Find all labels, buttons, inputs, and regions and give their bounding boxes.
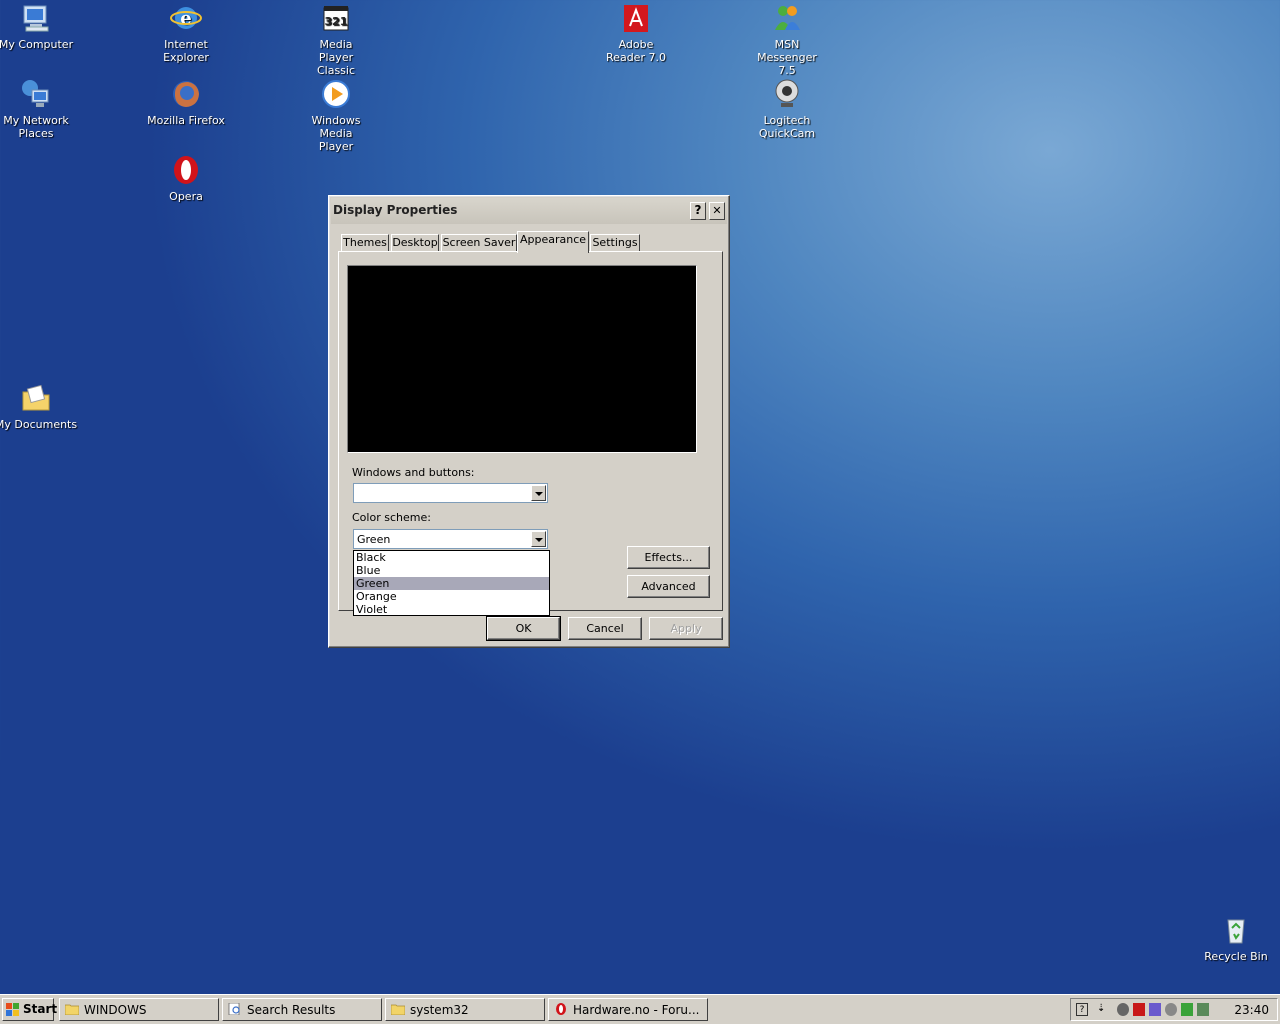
dialog-title: Display Properties [333,203,458,217]
network-places-icon [22,80,49,107]
color-scheme-select[interactable]: Green [353,529,548,549]
start-label: Start [23,1002,58,1016]
desktop-icon-label: Mozilla Firefox [147,114,225,127]
desktop-icon-opera[interactable]: Opera [138,154,234,203]
desktop-icon-msn-messenger[interactable]: MSN Messenger 7.5 [739,2,835,77]
taskbar-item-label: system32 [410,1003,469,1017]
taskbar-item-label: WINDOWS [84,1003,147,1017]
effects-button[interactable]: Effects... [627,546,710,569]
internet-explorer-icon: e [170,7,202,29]
documents-folder-icon [22,384,50,411]
opera-icon [556,1003,566,1015]
color-scheme-option-orange[interactable]: Orange [354,590,549,603]
desktop-icon-my-documents[interactable]: My Documents [0,382,84,431]
computer-icon [23,5,49,32]
windows-media-player-icon [322,80,350,108]
chevron-down-icon[interactable]: ⇣ [1097,1003,1109,1016]
ok-button[interactable]: OK [486,616,561,641]
msn-messenger-icon [775,6,800,30]
firefox-icon [173,81,199,107]
folder-icon [391,1004,405,1015]
desktop-icon-label: Media Player Classic [316,38,356,77]
color-scheme-option-blue[interactable]: Blue [354,564,549,577]
color-scheme-value: Green [357,533,391,546]
color-scheme-option-black[interactable]: Black [354,551,549,564]
taskbar-item-label: Search Results [247,1003,336,1017]
taskbar-item-label: Hardware.no - Foru... [573,1003,700,1017]
color-scheme-option-violet[interactable]: Violet [354,603,549,616]
dialog-titlebar[interactable]: Display Properties ? ✕ [331,198,727,224]
antivirus-tray-icon[interactable] [1197,1003,1209,1016]
desktop-icon-label: My Network Places [3,114,69,140]
taskbar-item-hardware-no[interactable]: Hardware.no - Foru... [548,998,708,1021]
tab-settings[interactable]: Settings [590,234,640,252]
desktop-icon-label: Adobe Reader 7.0 [606,38,666,64]
desktop-icon-label: My Computer [0,38,74,51]
adobe-reader-icon [624,5,648,32]
desktop-icon-label: Opera [169,190,203,203]
desktop-icon-label: Recycle Bin [1204,950,1268,963]
desktop-icon-windows-media-player[interactable]: Windows Media Player [288,78,384,153]
desktop-icon-label: MSN Messenger 7.5 [757,38,817,77]
desktop-icon-label: Logitech QuickCam [758,114,816,140]
desktop-icon-my-computer[interactable]: My Computer [0,2,84,51]
webcam-icon [775,79,799,107]
help-button[interactable]: ? [690,202,706,220]
zonealarm-tray-icon[interactable] [1133,1003,1145,1016]
webcam-tray-icon[interactable] [1117,1003,1129,1016]
help-tray-icon[interactable]: ? [1076,1003,1088,1016]
svg-text:321: 321 [325,15,348,28]
media-player-classic-icon: 321 [323,6,349,31]
desktop-icon-logitech-quickcam[interactable]: Logitech QuickCam [739,78,835,140]
taskbar-item-system32[interactable]: system32 [385,998,545,1021]
taskbar-item-search-results[interactable]: Search Results [222,998,382,1021]
taskbar: Start WINDOWS Search Results system32 Ha… [0,994,1280,1024]
windows-logo-icon [6,1003,19,1016]
color-scheme-dropdown-list: Black Blue Green Orange Violet [353,550,550,616]
close-button[interactable]: ✕ [709,202,725,220]
display-properties-dialog: Display Properties ? ✕ Themes Desktop Sc… [328,195,730,648]
tab-screen-saver[interactable]: Screen Saver [441,234,517,252]
desktop-icon-internet-explorer[interactable]: e Internet Explorer [138,2,234,64]
desktop-icon-label: Internet Explorer [163,38,209,64]
desktop-icon-recycle-bin[interactable]: Recycle Bin [1188,914,1280,963]
windows-and-buttons-label: Windows and buttons: [352,466,475,479]
desktop-icon-mozilla-firefox[interactable]: Mozilla Firefox [138,78,234,127]
tab-appearance[interactable]: Appearance [517,231,589,253]
color-scheme-label: Color scheme: [352,511,431,524]
start-button[interactable]: Start [2,998,58,1021]
cancel-button[interactable]: Cancel [568,617,642,640]
folder-icon [65,1004,79,1015]
desktop-icon-my-network-places[interactable]: My Network Places [0,78,84,140]
windows-and-buttons-select[interactable] [353,483,548,503]
recycle-bin-icon [1227,919,1245,944]
desktop-icon-label: My Documents [0,418,78,431]
speaker-tray-icon[interactable] [1165,1003,1177,1016]
taskbar-item-windows[interactable]: WINDOWS [59,998,219,1021]
chevron-down-icon[interactable] [531,485,546,501]
chevron-down-icon[interactable] [531,531,546,547]
desktop-icon-media-player-classic[interactable]: 321 Media Player Classic [288,2,384,77]
tab-desktop[interactable]: Desktop [391,234,439,252]
msn-tray-icon[interactable] [1149,1003,1161,1016]
search-results-icon [228,1003,240,1015]
tab-themes[interactable]: Themes [341,234,389,252]
appearance-preview [347,265,697,453]
desktop-icon-label: Windows Media Player [311,114,361,153]
advanced-button[interactable]: Advanced [627,575,710,598]
network-tray-icon[interactable] [1181,1003,1193,1016]
desktop-icon-adobe-reader[interactable]: Adobe Reader 7.0 [588,2,684,64]
apply-button[interactable]: Apply [649,617,723,640]
opera-icon [174,156,198,184]
color-scheme-option-green[interactable]: Green [354,577,549,590]
system-tray: ? ⇣ 23:40 [1070,998,1278,1021]
clock[interactable]: 23:40 [1234,1003,1269,1017]
